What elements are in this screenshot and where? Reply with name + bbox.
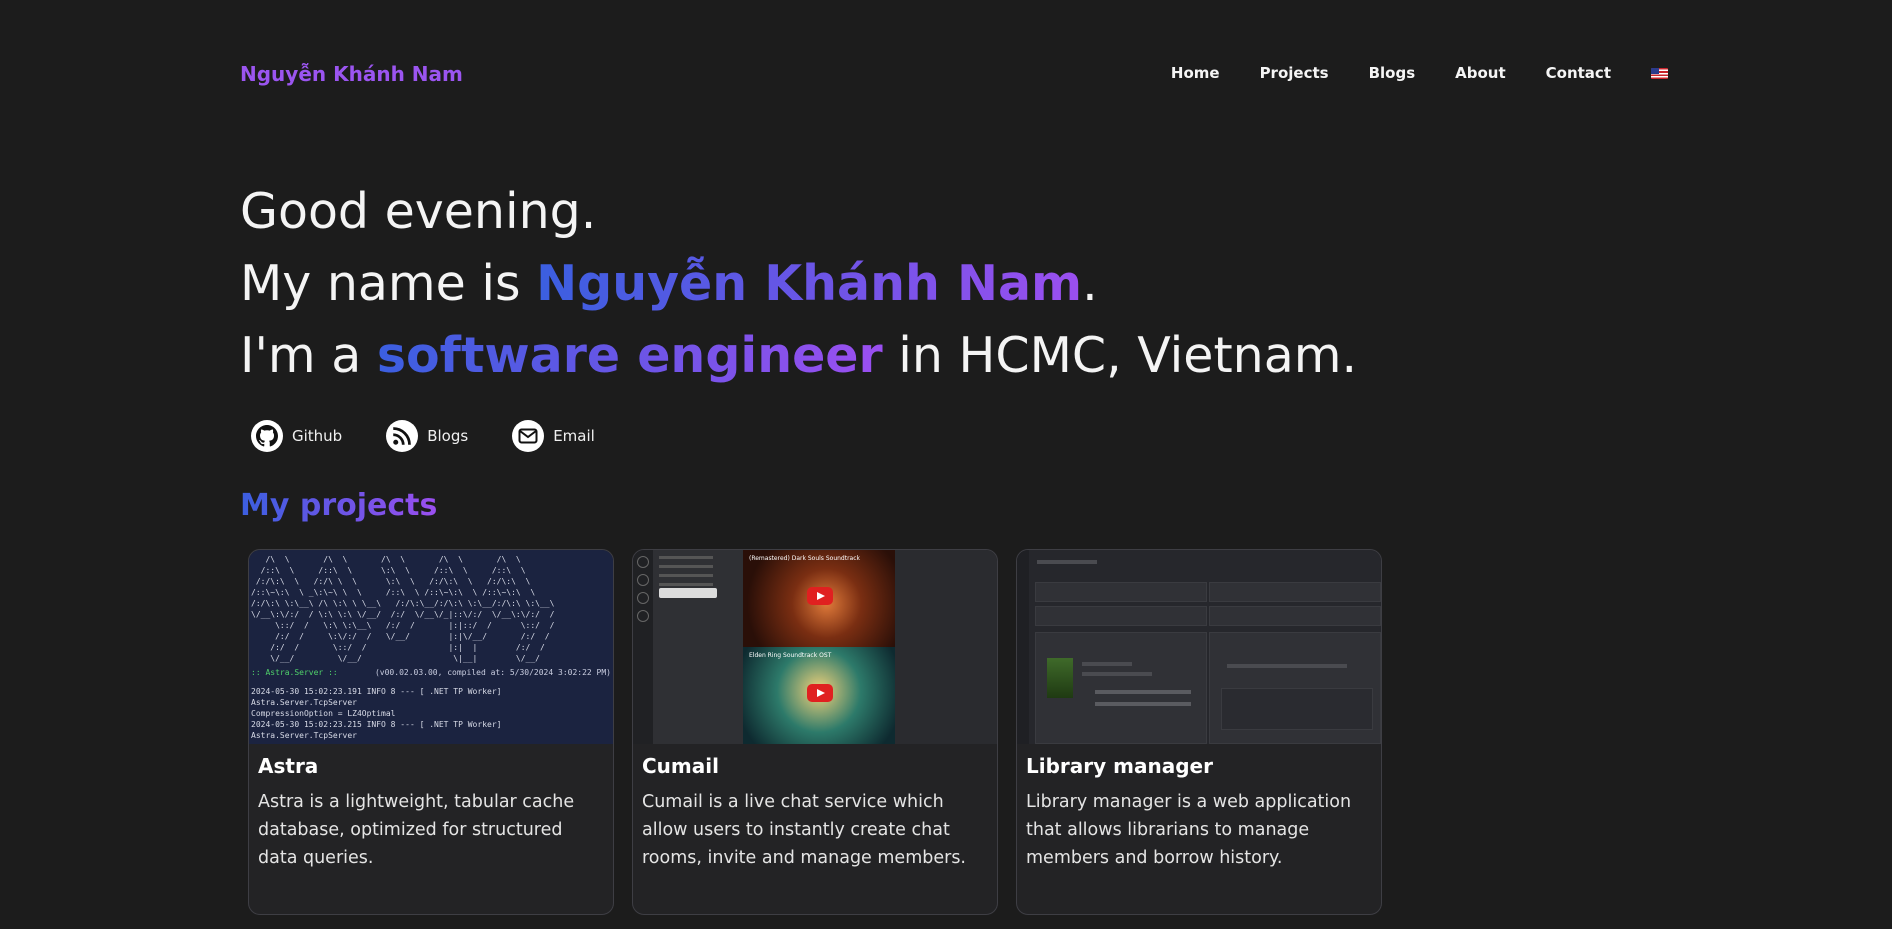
astra-version: (v00.02.03.00, compiled at: 5/30/2024 3:… bbox=[374, 668, 611, 677]
library-screenshot bbox=[1017, 550, 1381, 744]
project-card-astra[interactable]: /\ \ /\ \ /\ \ /\ \ /\ \ /::\ \ /::\ \ \… bbox=[248, 549, 614, 915]
cumail-rail bbox=[633, 550, 653, 744]
hero-name: Nguyễn Khánh Nam bbox=[536, 255, 1083, 312]
name-prefix: My name is bbox=[240, 255, 537, 312]
nav-blogs[interactable]: Blogs bbox=[1369, 64, 1416, 82]
email-link[interactable]: Email bbox=[512, 420, 595, 452]
video-thumbnail: Elden Ring Soundtrack OST bbox=[743, 647, 895, 744]
github-link-label: Github bbox=[292, 427, 343, 445]
blogs-link[interactable]: Blogs bbox=[386, 420, 468, 452]
project-description: Cumail is a live chat service which allo… bbox=[642, 792, 966, 868]
astra-log-line: 2024-05-30 15:02:23.215 INFO 8 --- [ .NE… bbox=[251, 720, 502, 740]
role-line: I'm a software engineer in HCMC, Vietnam… bbox=[240, 320, 1357, 392]
nav-about[interactable]: About bbox=[1455, 64, 1506, 82]
projects-title: My projects bbox=[240, 488, 438, 523]
role-prefix: I'm a bbox=[240, 327, 377, 384]
project-title: Astra bbox=[258, 754, 319, 778]
site-header: Nguyễn Khánh Nam Home Projects Blogs Abo… bbox=[240, 58, 1668, 90]
name-line: My name is Nguyễn Khánh Nam. bbox=[240, 248, 1357, 320]
astra-server-label: :: Astra.Server :: bbox=[251, 668, 338, 677]
project-cards: /\ \ /\ \ /\ \ /\ \ /\ \ /::\ \ /::\ \ \… bbox=[248, 549, 1400, 915]
youtube-play-icon bbox=[807, 587, 833, 605]
nav-contact[interactable]: Contact bbox=[1546, 64, 1611, 82]
rss-icon bbox=[386, 420, 419, 452]
project-card-cumail[interactable]: (Remastered) Dark Souls Soundtrack Elden… bbox=[632, 549, 998, 915]
social-links: Github Blogs Email bbox=[251, 420, 639, 452]
video-title: Elden Ring Soundtrack OST bbox=[749, 652, 832, 659]
mail-icon bbox=[512, 420, 545, 452]
github-link[interactable]: Github bbox=[251, 420, 342, 452]
cumail-screenshot: (Remastered) Dark Souls Soundtrack Elden… bbox=[633, 550, 997, 744]
email-link-label: Email bbox=[553, 427, 595, 445]
blogs-link-label: Blogs bbox=[427, 427, 469, 445]
youtube-play-icon bbox=[807, 684, 833, 702]
name-suffix: . bbox=[1082, 255, 1098, 312]
nav-home[interactable]: Home bbox=[1171, 64, 1220, 82]
nav-projects[interactable]: Projects bbox=[1260, 64, 1329, 82]
github-icon bbox=[251, 420, 283, 452]
cumail-sidebar bbox=[653, 550, 743, 744]
project-description: Library manager is a web application tha… bbox=[1026, 792, 1352, 868]
project-title: Cumail bbox=[642, 754, 719, 778]
library-rail bbox=[1017, 550, 1029, 744]
project-description: Astra is a lightweight, tabular cache da… bbox=[258, 792, 575, 868]
video-title: (Remastered) Dark Souls Soundtrack bbox=[749, 555, 860, 562]
main-nav: Home Projects Blogs About Contact bbox=[1131, 64, 1668, 82]
project-title: Library manager bbox=[1026, 754, 1213, 778]
video-thumbnail: (Remastered) Dark Souls Soundtrack bbox=[743, 550, 895, 647]
greeting-line: Good evening. bbox=[240, 183, 597, 240]
brand-logo-link[interactable]: Nguyễn Khánh Nam bbox=[240, 62, 463, 86]
project-card-library-manager[interactable]: Library manager Library manager is a web… bbox=[1016, 549, 1382, 915]
us-flag-icon[interactable] bbox=[1651, 67, 1668, 79]
astra-log-line: CompressionOption = LZ4Optimal bbox=[251, 709, 396, 718]
astra-ascii-art: /\ \ /\ \ /\ \ /\ \ /\ \ /::\ \ /::\ \ \… bbox=[251, 555, 555, 663]
role-suffix: in HCMC, Vietnam. bbox=[882, 327, 1358, 384]
astra-screenshot: /\ \ /\ \ /\ \ /\ \ /\ \ /::\ \ /::\ \ \… bbox=[249, 550, 613, 744]
hero: Good evening. My name is Nguyễn Khánh Na… bbox=[240, 176, 1357, 392]
astra-log-line: 2024-05-30 15:02:23.191 INFO 8 --- [ .NE… bbox=[251, 687, 502, 707]
hero-role: software engineer bbox=[376, 327, 883, 384]
